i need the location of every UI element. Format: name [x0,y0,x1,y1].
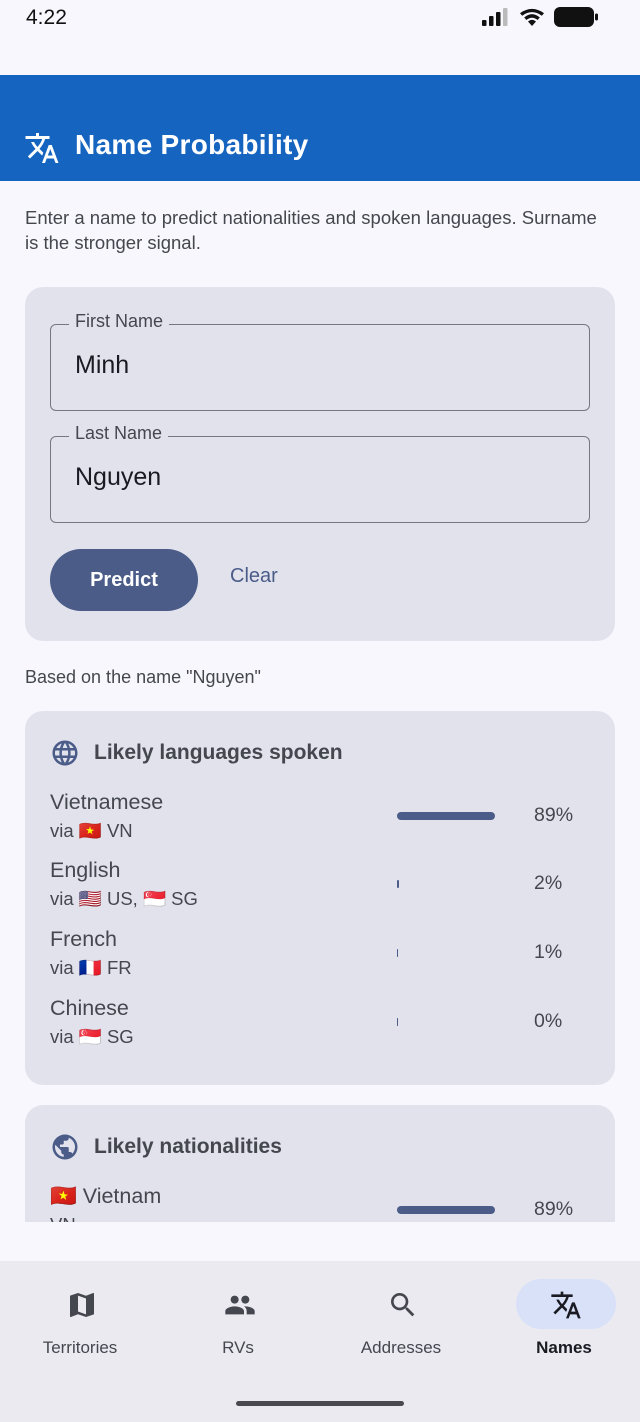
first-name-label: First Name [69,311,170,332]
last-name-field[interactable]: Last Name [50,423,590,523]
nav-label: RVs [222,1338,254,1357]
basis-text: Based on the name "Nguyen" [25,667,261,687]
wifi-icon [520,8,544,26]
language-name: Vietnamese [50,790,164,814]
nav-item-addresses[interactable]: Addresses [321,1261,481,1371]
language-via: via 🇸🇬 SG [50,1026,134,1047]
name-form-card: First Name Last Name Predict Clear [25,287,615,641]
nationality-row: 🇻🇳 Vietnam VN 89% [50,1184,590,1222]
language-via: via 🇺🇸 US, 🇸🇬 SG [50,888,198,909]
globe-icon [52,740,78,766]
nationalities-header: Likely nationalities [50,1132,282,1162]
language-percent: 2% [534,872,563,894]
language-percent: 1% [534,941,563,963]
people-icon [225,1295,255,1315]
language-bar [397,880,507,888]
language-name: Chinese [50,996,129,1020]
battery-icon [554,7,598,27]
language-name: French [50,927,117,951]
translate-icon [25,133,59,163]
language-bar [397,1018,507,1026]
home-indicator[interactable] [236,1401,404,1406]
nationality-percent: 89% [534,1198,574,1220]
nav-item-territories[interactable]: Territories [0,1261,160,1371]
languages-header: Likely languages spoken [50,738,343,768]
nav-label: Addresses [360,1338,442,1357]
language-row: Chinese via 🇸🇬 SG 0% [50,996,590,1056]
language-name: English [50,858,121,882]
translate-icon [551,1291,581,1319]
nationalities-title: Likely nationalities [94,1135,282,1158]
language-percent: 89% [534,804,574,826]
signal-icon [482,8,508,26]
nationalities-card: Likely nationalities 🇻🇳 Vietnam VN 89% [25,1105,615,1222]
nav-label: Names [536,1338,592,1357]
languages-title: Likely languages spoken [94,741,343,764]
last-name-input[interactable] [75,463,555,492]
nationality-name: 🇻🇳 Vietnam [50,1184,162,1208]
language-row: French via 🇫🇷 FR 1% [50,927,590,987]
language-row: Vietnamese via 🇻🇳 VN 89% [50,790,590,850]
language-percent: 0% [534,1010,563,1032]
predict-button[interactable]: Predict [50,549,198,611]
page-title: Name Probability [75,129,309,160]
first-name-field[interactable]: First Name [50,311,590,411]
language-bar [397,812,507,820]
status-time: 4:22 [26,6,67,29]
nationality-code: VN [50,1214,76,1222]
language-via: via 🇫🇷 FR [50,957,132,978]
bottom-nav: Territories RVs Addresses Names [0,1261,640,1422]
intro-text: Enter a name to predict nationalities an… [25,207,597,253]
clear-button[interactable]: Clear [230,565,278,588]
language-row: English via 🇺🇸 US, 🇸🇬 SG 2% [50,858,590,918]
nav-item-rvs[interactable]: RVs [158,1261,318,1371]
status-icons [482,7,598,27]
app-bar: Name Probability [0,75,640,181]
search-icon [391,1293,415,1317]
language-bar [397,949,507,957]
language-via: via 🇻🇳 VN [50,820,133,841]
status-bar: 4:22 [0,0,640,75]
languages-card: Likely languages spoken Vietnamese via 🇻… [25,711,615,1085]
last-name-label: Last Name [69,423,169,444]
nav-item-names[interactable]: Names [484,1261,640,1371]
first-name-input[interactable] [75,351,555,380]
nationality-bar [397,1206,507,1214]
main-content[interactable]: Enter a name to predict nationalities an… [0,181,640,1222]
map-icon [70,1293,94,1317]
public-icon [52,1134,78,1160]
nav-label: Territories [42,1338,118,1357]
